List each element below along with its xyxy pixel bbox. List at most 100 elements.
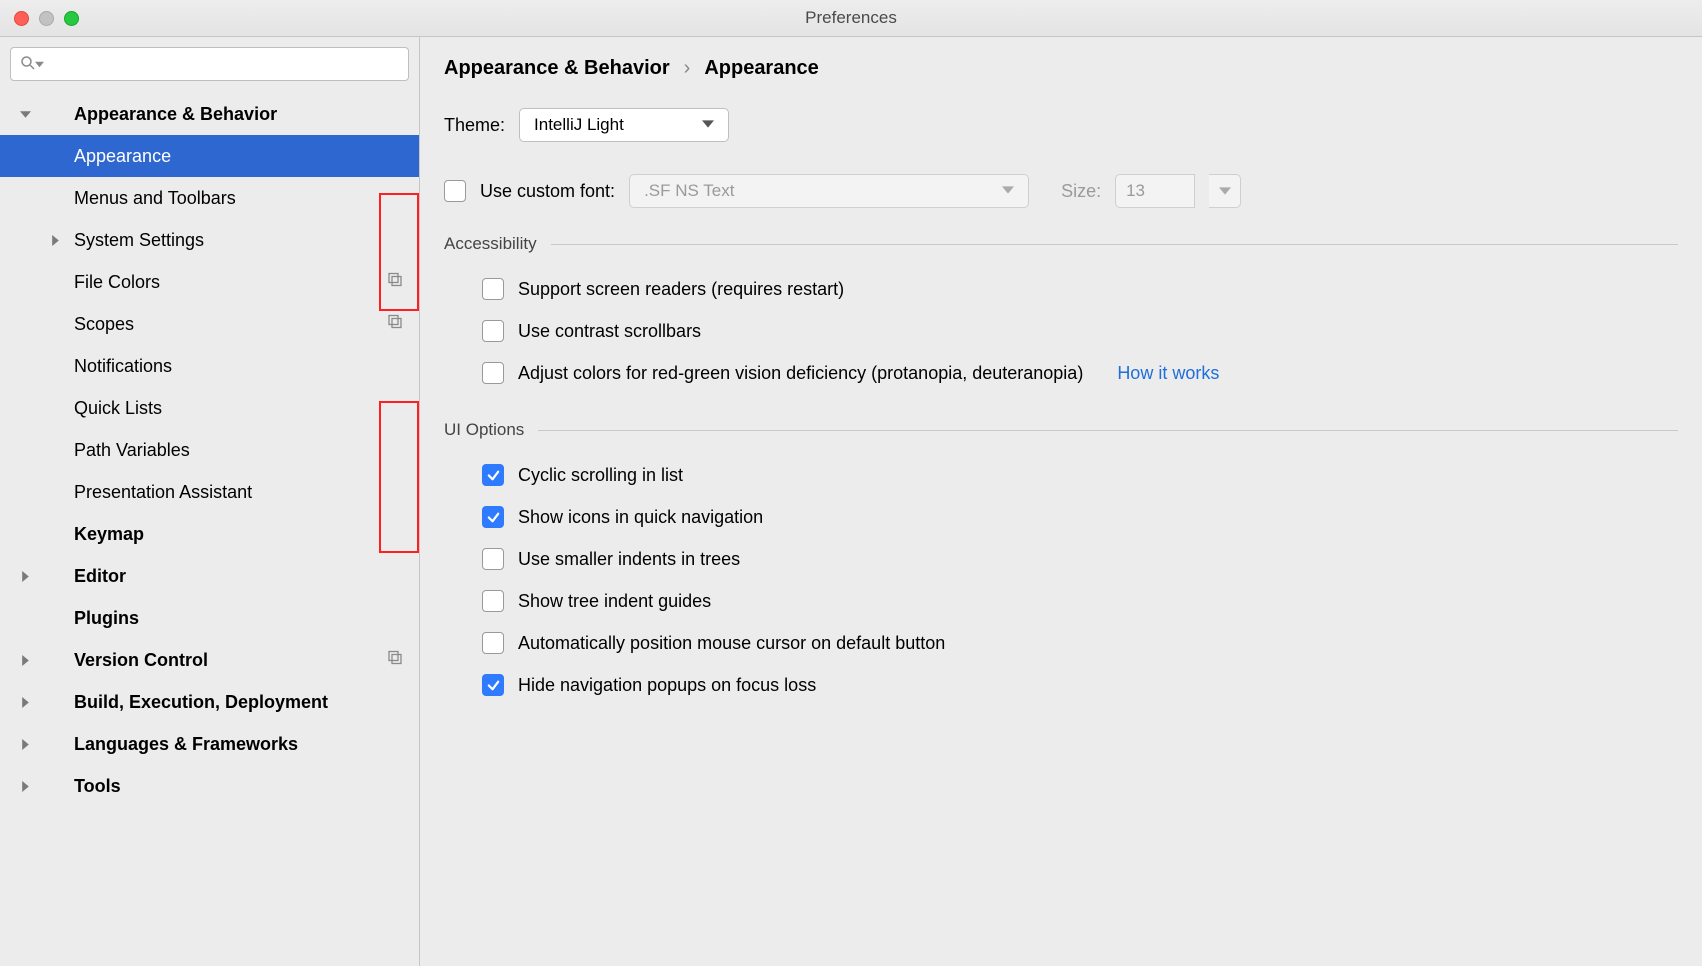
ui-option-row-0: Cyclic scrolling in list [444, 454, 1678, 496]
preferences-window: Preferences Appearance & BehaviorAppeara… [0, 0, 1702, 966]
section-accessibility: Accessibility [444, 234, 1678, 254]
sidebar: Appearance & Behavior Appearance Menus and… [0, 37, 420, 966]
disclosure-closed-icon [18, 781, 32, 792]
tree-item-label: Scopes [74, 314, 134, 335]
accessibility-label-2: Adjust colors for red-green vision defic… [518, 363, 1083, 384]
tree-item-label: Editor [74, 566, 126, 587]
tree-item-label: Languages & Frameworks [74, 734, 298, 755]
ui-option-checkbox-5[interactable] [482, 674, 504, 696]
project-level-icon [387, 650, 403, 671]
minimize-button[interactable] [39, 11, 54, 26]
tree-item-quick-lists[interactable]: Quick Lists [0, 387, 419, 429]
ui-option-label-0: Cyclic scrolling in list [518, 465, 683, 486]
chevron-down-icon [702, 115, 718, 135]
ui-option-checkbox-4[interactable] [482, 632, 504, 654]
breadcrumb: Appearance & Behavior › Appearance [444, 57, 1678, 80]
use-custom-font-checkbox[interactable] [444, 180, 466, 202]
accessibility-label-1: Use contrast scrollbars [518, 321, 701, 342]
tree-item-appearance-behavior[interactable]: Appearance & Behavior [0, 93, 419, 135]
tree-item-label: Appearance & Behavior [74, 104, 277, 125]
breadcrumb-current: Appearance [704, 57, 819, 80]
accessibility-link-2[interactable]: How it works [1117, 363, 1219, 384]
dropdown-indicator-icon [35, 56, 44, 72]
breadcrumb-parent[interactable]: Appearance & Behavior [444, 57, 670, 80]
section-title-text: UI Options [444, 420, 524, 440]
tree-item-label: Build, Execution, Deployment [74, 692, 328, 713]
tree-item-menus-and-toolbars[interactable]: Menus and Toolbars [0, 177, 419, 219]
ui-option-label-2: Use smaller indents in trees [518, 549, 740, 570]
chevron-down-icon [1002, 181, 1018, 201]
divider [551, 244, 1678, 245]
tree-item-path-variables[interactable]: Path Variables [0, 429, 419, 471]
font-size-stepper[interactable] [1209, 174, 1241, 208]
settings-tree: Appearance & Behavior Appearance Menus and… [0, 93, 419, 807]
theme-select-value: IntelliJ Light [534, 115, 624, 135]
disclosure-closed-icon [48, 235, 62, 246]
tree-item-label: System Settings [74, 230, 204, 251]
maximize-button[interactable] [64, 11, 79, 26]
accessibility-row-1: Use contrast scrollbars [444, 310, 1678, 352]
tree-item-build-execution-deployment[interactable]: Build, Execution, Deployment [0, 681, 419, 723]
tree-item-presentation-assistant[interactable]: Presentation Assistant [0, 471, 419, 513]
theme-label: Theme: [444, 115, 505, 136]
chevron-right-icon: › [684, 57, 691, 80]
close-button[interactable] [14, 11, 29, 26]
ui-option-checkbox-3[interactable] [482, 590, 504, 612]
ui-option-checkbox-0[interactable] [482, 464, 504, 486]
accessibility-checkbox-2[interactable] [482, 362, 504, 384]
ui-option-label-1: Show icons in quick navigation [518, 507, 763, 528]
theme-select[interactable]: IntelliJ Light [519, 108, 729, 142]
divider [538, 430, 1678, 431]
tree-item-label: Appearance [74, 146, 171, 167]
tree-item-plugins[interactable]: Plugins [0, 597, 419, 639]
tree-item-scopes[interactable]: Scopes [0, 303, 419, 345]
disclosure-closed-icon [18, 655, 32, 666]
disclosure-closed-icon [18, 739, 32, 750]
tree-item-appearance[interactable]: Appearance [0, 135, 419, 177]
tree-item-label: Plugins [74, 608, 139, 629]
search-input-wrapper[interactable] [10, 47, 409, 81]
accessibility-row-0: Support screen readers (requires restart… [444, 268, 1678, 310]
font-select-value: .SF NS Text [644, 181, 734, 201]
ui-option-row-3: Show tree indent guides [444, 580, 1678, 622]
search-input[interactable] [48, 56, 400, 73]
font-size-input[interactable]: 13 [1115, 174, 1195, 208]
tree-item-keymap[interactable]: Keymap [0, 513, 419, 555]
accessibility-checkbox-0[interactable] [482, 278, 504, 300]
annotation-highlight-2 [379, 401, 419, 553]
project-level-icon [387, 314, 403, 335]
disclosure-closed-icon [18, 571, 32, 582]
disclosure-closed-icon [18, 697, 32, 708]
annotation-highlight-1 [379, 193, 419, 311]
window-title: Preferences [0, 8, 1702, 28]
ui-option-checkbox-1[interactable] [482, 506, 504, 528]
tree-item-label: Version Control [74, 650, 208, 671]
ui-option-row-4: Automatically position mouse cursor on d… [444, 622, 1678, 664]
ui-option-checkbox-2[interactable] [482, 548, 504, 570]
font-select[interactable]: .SF NS Text [629, 174, 1029, 208]
disclosure-open-icon [18, 109, 32, 120]
tree-item-label: Notifications [74, 356, 172, 377]
section-ui-options: UI Options [444, 420, 1678, 440]
tree-item-label: Keymap [74, 524, 144, 545]
ui-option-label-3: Show tree indent guides [518, 591, 711, 612]
tree-item-languages-frameworks[interactable]: Languages & Frameworks [0, 723, 419, 765]
ui-option-label-4: Automatically position mouse cursor on d… [518, 633, 945, 654]
tree-item-file-colors[interactable]: File Colors [0, 261, 419, 303]
ui-option-row-1: Show icons in quick navigation [444, 496, 1678, 538]
tree-item-tools[interactable]: Tools [0, 765, 419, 807]
accessibility-checkbox-1[interactable] [482, 320, 504, 342]
tree-item-label: Presentation Assistant [74, 482, 252, 503]
main-panel: Appearance & Behavior › Appearance Theme… [420, 37, 1702, 966]
section-title-text: Accessibility [444, 234, 537, 254]
tree-item-version-control[interactable]: Version Control [0, 639, 419, 681]
ui-option-row-5: Hide navigation popups on focus loss [444, 664, 1678, 706]
tree-item-notifications[interactable]: Notifications [0, 345, 419, 387]
tree-item-label: Tools [74, 776, 121, 797]
window-controls [14, 11, 79, 26]
tree-item-editor[interactable]: Editor [0, 555, 419, 597]
accessibility-row-2: Adjust colors for red-green vision defic… [444, 352, 1678, 394]
use-custom-font-label: Use custom font: [480, 181, 615, 202]
accessibility-label-0: Support screen readers (requires restart… [518, 279, 844, 300]
tree-item-system-settings[interactable]: System Settings [0, 219, 419, 261]
